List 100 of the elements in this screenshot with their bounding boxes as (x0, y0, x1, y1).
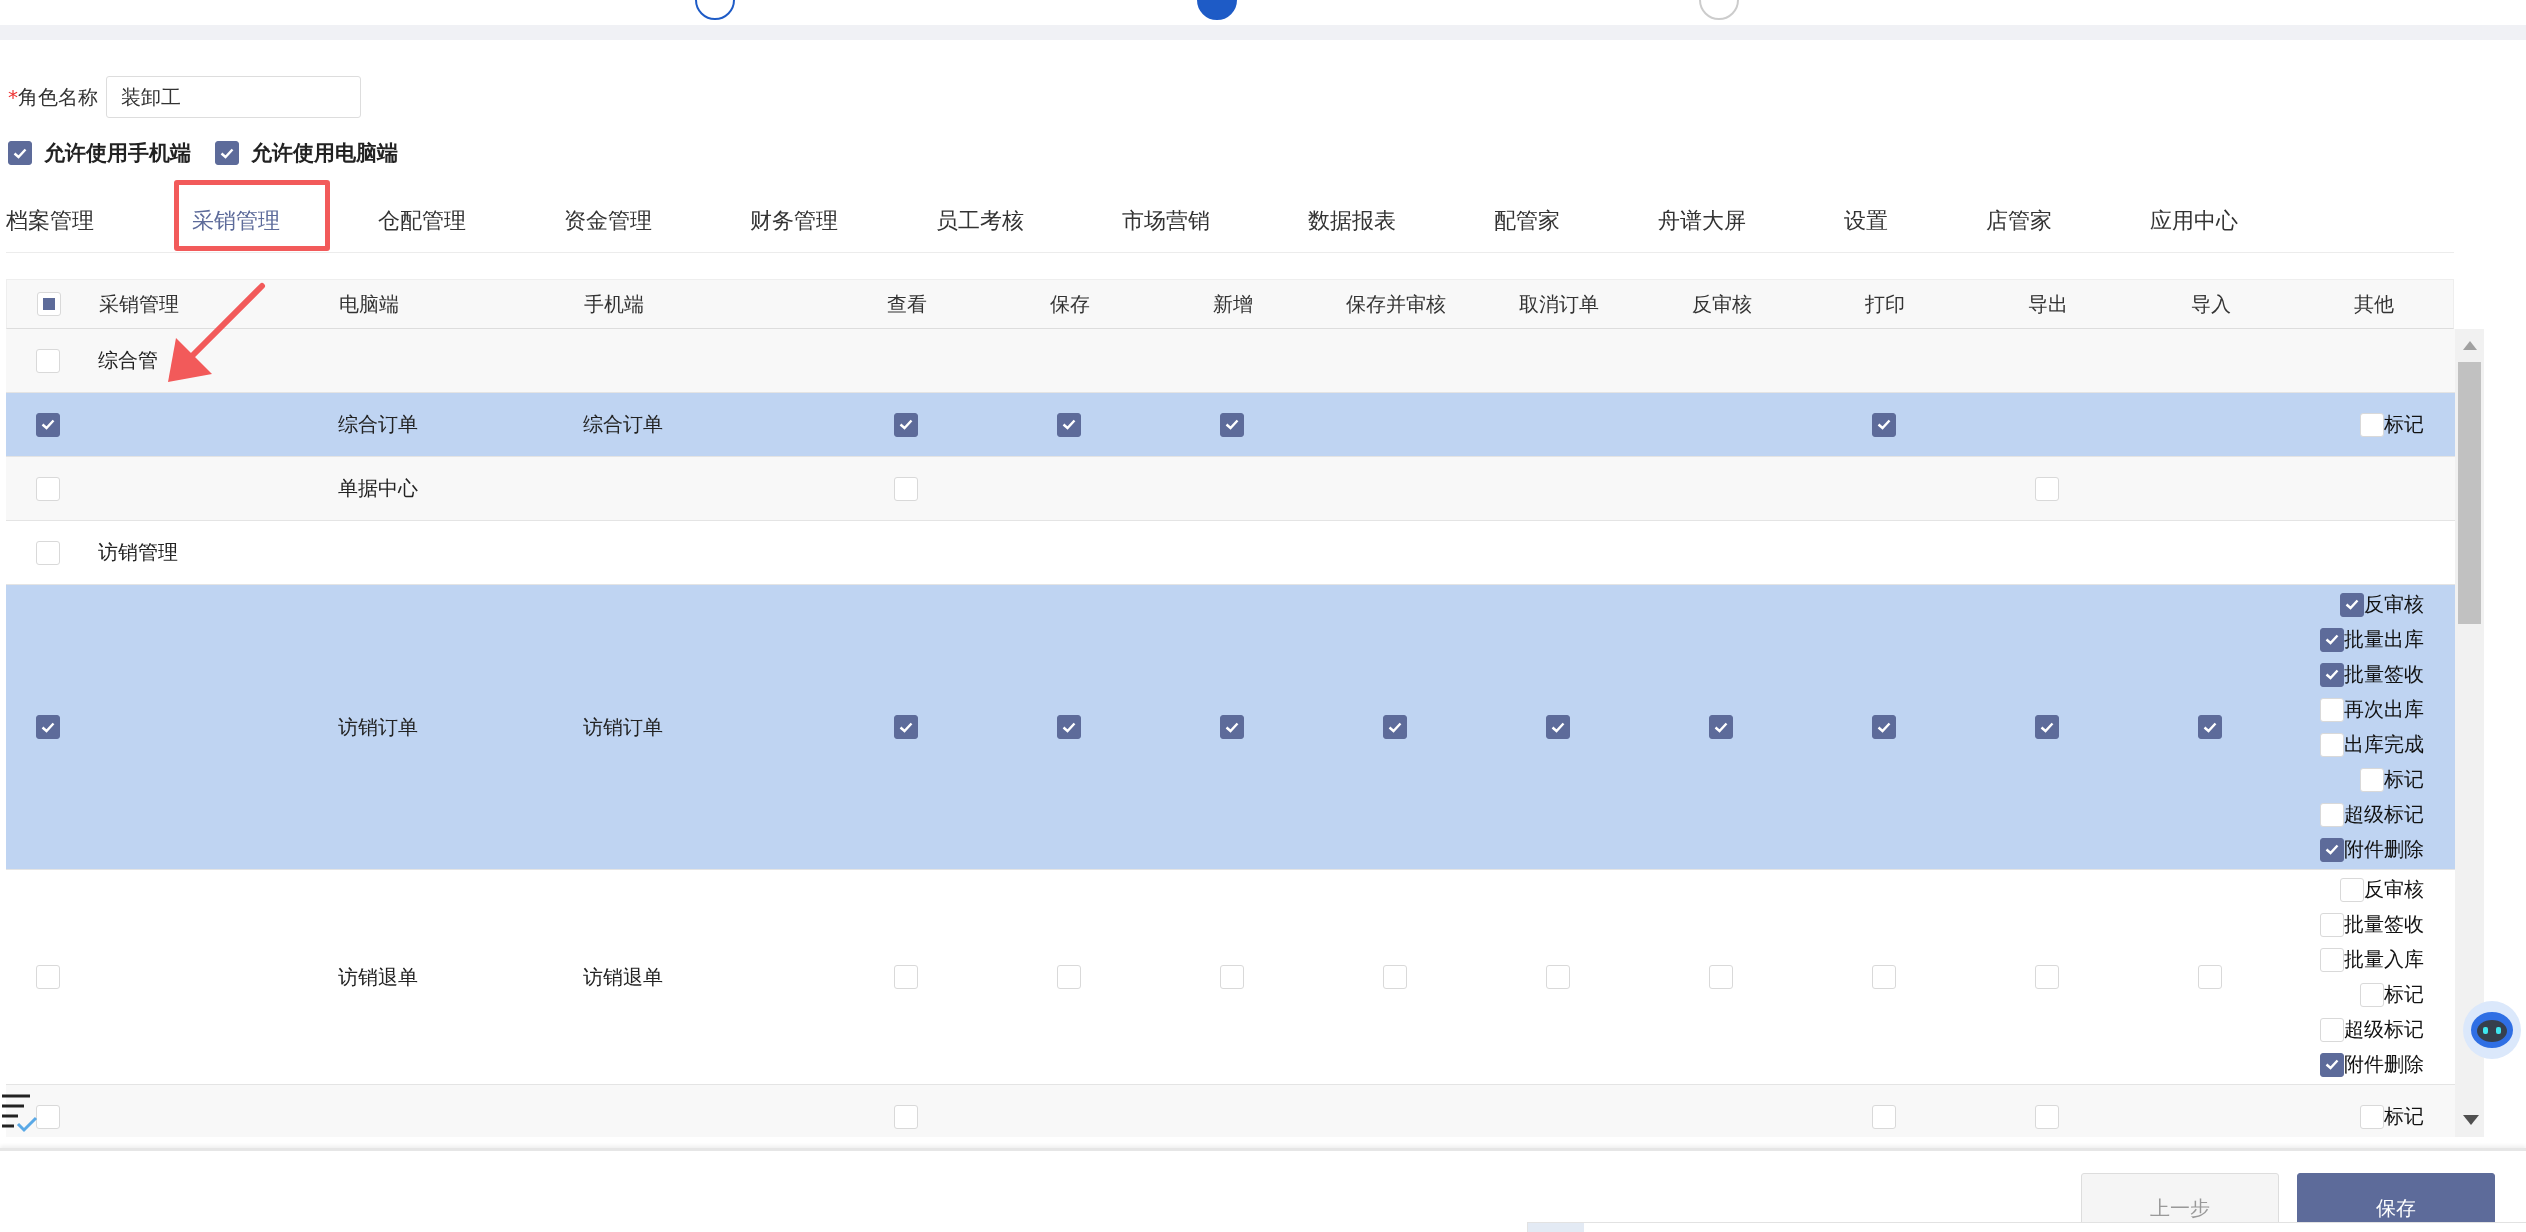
module-tab[interactable]: 配管家 (1494, 206, 1560, 236)
checkbox[interactable] (2320, 627, 2344, 652)
check-icon (1224, 419, 1239, 430)
column-header: 新增 (1212, 290, 1253, 318)
check-icon (2325, 1059, 2339, 1070)
checkbox[interactable] (1382, 715, 1407, 739)
option-label: 附件删除 (2344, 1051, 2424, 1078)
column-header: 保存 (1049, 290, 1090, 318)
module-tab[interactable]: 仓配管理 (378, 206, 466, 236)
check-icon (2345, 599, 2359, 610)
option-label: 反审核 (2364, 591, 2424, 618)
checkbox[interactable] (36, 412, 60, 437)
group-row[interactable]: 综合管 (6, 329, 2455, 393)
check-icon (2039, 721, 2054, 733)
column-header: 其他 (2353, 290, 2394, 318)
option-label: 批量签收 (2344, 661, 2424, 688)
check-icon (41, 721, 55, 733)
option-label: 再次出库 (2344, 696, 2424, 723)
column-header: 反审核 (1691, 290, 1752, 318)
checkbox[interactable] (2197, 715, 2222, 739)
check-icon (2325, 634, 2339, 645)
check-icon (1387, 721, 1402, 733)
module-tab[interactable]: 资金管理 (564, 206, 652, 236)
option-label: 标记 (2384, 411, 2424, 438)
checkbox[interactable] (1056, 412, 1081, 437)
check-icon (2325, 669, 2339, 680)
table-row[interactable]: 综合订单 综合订单 标记 (6, 393, 2455, 457)
checkbox[interactable] (1545, 715, 1570, 739)
checkbox-label: 允许使用电脑端 (251, 140, 398, 167)
checkbox[interactable] (8, 141, 32, 165)
checkbox[interactable] (215, 141, 239, 165)
column-header: 导入 (2190, 290, 2231, 318)
check-icon (898, 419, 913, 430)
scrollbar[interactable] (2455, 329, 2484, 1137)
table-cell: 访销退单 (338, 963, 418, 991)
module-tab[interactable]: 店管家 (1986, 206, 2052, 236)
check-icon (1061, 419, 1076, 430)
check-icon (1876, 721, 1891, 733)
partial-icon (43, 298, 55, 310)
checkbox[interactable] (2320, 662, 2344, 687)
robot-icon[interactable] (2461, 1000, 2523, 1060)
checkbox[interactable] (1219, 715, 1244, 739)
option-label: 超级标记 (2344, 1016, 2424, 1043)
scroll-down-icon[interactable] (2463, 1115, 2479, 1125)
check-icon (1876, 419, 1891, 430)
check-icon (1713, 721, 1728, 733)
option-label: 出库完成 (2344, 731, 2424, 758)
option-label: 批量签收 (2344, 911, 2424, 938)
module-tab[interactable]: 档案管理 (6, 206, 94, 236)
check-icon (2202, 721, 2217, 733)
checkbox[interactable] (2034, 715, 2059, 739)
scrollbar-thumb[interactable] (2458, 362, 2481, 624)
option-label: 附件删除 (2344, 836, 2424, 863)
option-label: 批量入库 (2344, 946, 2424, 973)
column-header: 电脑端 (339, 290, 399, 318)
column-header: 导出 (2027, 290, 2068, 318)
module-tab[interactable]: 舟谱大屏 (1658, 206, 1746, 236)
required-mark: * (8, 84, 18, 109)
column-header: 采销管理 (99, 290, 179, 318)
option-label: 超级标记 (2344, 801, 2424, 828)
checkbox[interactable] (2320, 1052, 2344, 1077)
column-header: 取消订单 (1518, 290, 1599, 318)
checkbox[interactable] (1056, 715, 1081, 739)
checkbox[interactable] (1708, 715, 1733, 739)
table-cell: 综合订单 (583, 411, 663, 438)
check-icon (13, 147, 27, 159)
checkbox[interactable] (893, 715, 918, 739)
checkbox[interactable] (1871, 715, 1896, 739)
check-icon (41, 419, 55, 430)
module-tab[interactable]: 应用中心 (2150, 206, 2238, 236)
table-cell: 访销退单 (583, 963, 663, 991)
table-row[interactable]: 访销订单 访销订单 反审核 批量出库 批量签收 再次出库 出库完成 标记 超级标记 附件删除 (6, 585, 2455, 870)
option-label: 标记 (2384, 981, 2424, 1008)
input-field[interactable]: 装卸工 (106, 76, 361, 118)
option-label: 批量出库 (2344, 626, 2424, 653)
module-tab[interactable]: 财务管理 (750, 206, 838, 236)
module-tab[interactable]: 设置 (1844, 206, 1888, 236)
table-cell: 单据中心 (338, 475, 418, 502)
checkbox[interactable] (2320, 837, 2344, 862)
checkbox[interactable] (1871, 412, 1896, 437)
column-header: 打印 (1864, 290, 1905, 318)
module-tab[interactable]: 市场营销 (1122, 206, 1210, 236)
check-icon (220, 147, 234, 159)
column-header: 查看 (886, 290, 927, 318)
checkbox-label: 允许使用手机端 (44, 140, 191, 167)
checkbox[interactable] (1219, 412, 1244, 437)
option-label: 反审核 (2364, 876, 2424, 903)
checkbox[interactable] (893, 412, 918, 437)
module-tab[interactable]: 采销管理 (192, 206, 280, 236)
checkbox[interactable] (36, 715, 60, 739)
group-name: 综合管 (98, 347, 158, 374)
module-tab[interactable]: 员工考核 (936, 206, 1024, 236)
checkbox[interactable] (2340, 592, 2364, 617)
column-header: 保存并审核 (1345, 290, 1446, 318)
option-label: 标记 (2384, 766, 2424, 793)
field-label: 角色名称 (18, 84, 98, 109)
module-tab[interactable]: 数据报表 (1308, 206, 1396, 236)
scroll-up-icon[interactable] (2463, 341, 2477, 350)
table-cell: 访销订单 (583, 713, 663, 741)
check-icon (898, 721, 913, 733)
